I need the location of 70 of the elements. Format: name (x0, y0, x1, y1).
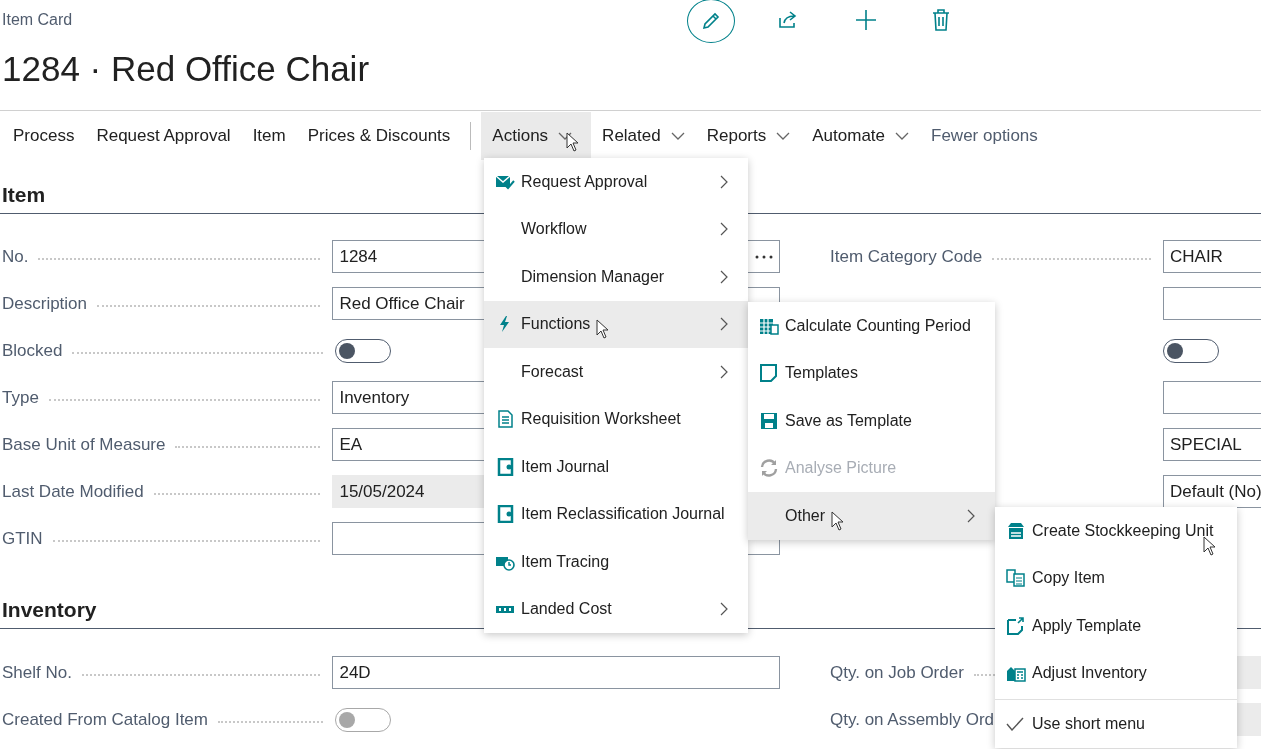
field-label: Base Unit of Measure (2, 434, 166, 455)
menu-item[interactable]: Adjust Inventory (995, 649, 1237, 697)
fewer-options-link[interactable]: Fewer options (920, 112, 1049, 160)
menu-item[interactable]: Forecast (484, 348, 748, 396)
chevron-right-icon (720, 317, 728, 332)
input-field[interactable]: 24D (332, 656, 780, 689)
action-tab[interactable]: Prices & Discounts (296, 112, 462, 160)
chevron-right-icon (720, 222, 728, 237)
input-field[interactable]: SPECIAL (1163, 428, 1261, 461)
chevron-right-icon (967, 508, 975, 523)
apply-template-icon (1006, 616, 1026, 635)
field-label: Created From Catalog Item (2, 709, 208, 730)
menu-item[interactable]: Templates (748, 349, 995, 397)
action-tab[interactable]: Process (0, 112, 86, 160)
chevron-right-icon (720, 269, 728, 284)
chevron-right-icon (720, 364, 728, 379)
pencil-icon (700, 10, 722, 32)
chevron-right-icon (720, 174, 728, 189)
menu-item[interactable]: Item Tracing (484, 538, 748, 586)
chevron-right-icon (720, 602, 728, 617)
menu-item[interactable]: Calculate Counting Period (748, 302, 995, 350)
mouse-pointer-icon (566, 132, 581, 152)
field-label: Type (2, 387, 39, 408)
mouse-pointer-icon (831, 510, 845, 531)
action-tab[interactable]: Automate (801, 112, 920, 160)
menu-item[interactable]: Requisition Worksheet (484, 395, 748, 443)
journal-icon (495, 457, 515, 476)
refresh-icon (759, 459, 779, 478)
action-tab[interactable]: Request Approval (85, 112, 242, 160)
menu-item[interactable]: Other (748, 492, 995, 540)
edit-button[interactable] (687, 0, 735, 43)
mouse-pointer-icon (596, 319, 611, 340)
document-icon (495, 410, 515, 429)
input-field[interactable]: CHAIR (1163, 240, 1261, 273)
page-title: 1284 · Red Office Chair (1, 48, 371, 90)
chevron-down-icon (670, 132, 685, 140)
chevron-down-icon (895, 132, 909, 140)
template-icon (759, 364, 779, 383)
menu-item[interactable]: Save as Template (748, 397, 995, 445)
field-label: Qty. on Job Order (830, 662, 964, 683)
field-label: Description (2, 293, 88, 314)
copy-icon (1006, 569, 1026, 588)
menu-item[interactable]: Dimension Manager (484, 253, 748, 301)
field-label: Qty. on Assembly Ord (830, 709, 995, 730)
action-tab[interactable]: Item (241, 112, 297, 160)
field-label: Shelf No. (2, 662, 72, 683)
field-label: Last Date Modified (2, 481, 144, 502)
menu-item[interactable]: Create Stockkeeping Unit (995, 507, 1237, 555)
field-label: GTIN (2, 528, 43, 549)
share-icon[interactable] (777, 10, 799, 30)
field-label: Item Category Code (830, 246, 983, 267)
mouse-pointer-icon (1203, 535, 1218, 556)
checkmark-icon (1006, 716, 1024, 731)
plus-icon[interactable] (855, 9, 877, 31)
menu-item[interactable]: Functions (484, 300, 748, 348)
store-icon (1006, 521, 1026, 540)
more-icon[interactable] (754, 254, 774, 259)
field-label: Blocked (2, 340, 63, 361)
calendar-icon (759, 316, 779, 335)
save-icon (759, 411, 779, 430)
building-icon (1006, 664, 1026, 683)
field-label: No. (2, 246, 29, 267)
menu-item[interactable]: Use short menu (995, 700, 1237, 748)
action-tab[interactable]: Actions (481, 112, 592, 160)
chevron-down-icon (776, 132, 791, 140)
trash-icon[interactable] (932, 9, 950, 31)
menu-item[interactable]: Item Journal (484, 443, 748, 491)
menu-item[interactable]: Item Reclassification Journal (484, 490, 748, 538)
journal-icon (495, 505, 515, 524)
page-caption: Item Card (1, 11, 74, 29)
